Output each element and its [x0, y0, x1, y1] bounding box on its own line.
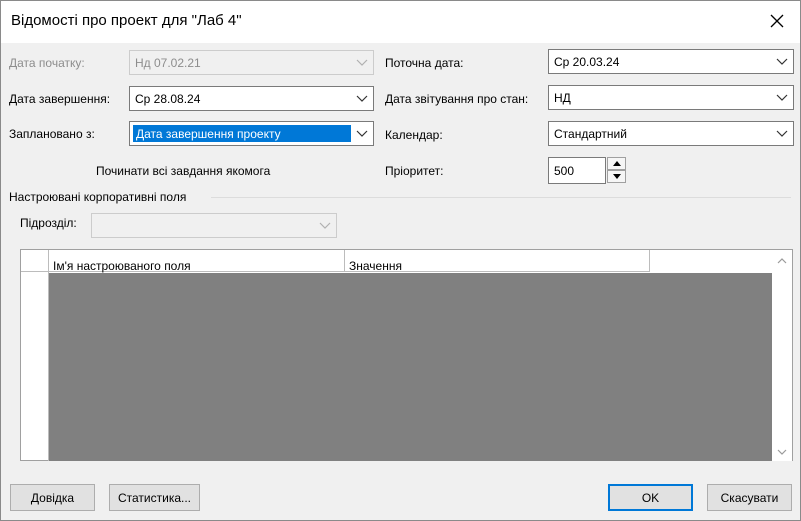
grid-body[interactable] — [49, 273, 773, 461]
calendar-value: Стандартний — [554, 127, 627, 141]
priority-value: 500 — [554, 164, 575, 178]
help-button[interactable]: Довідка — [10, 484, 95, 511]
chevron-down-icon[interactable] — [775, 92, 789, 104]
start-date-label: Дата початку: — [9, 56, 85, 70]
chevron-down-icon[interactable] — [355, 128, 369, 140]
finish-date-label: Дата завершення: — [9, 92, 111, 106]
schedule-from-label: Заплановано з: — [9, 127, 95, 141]
start-date-value: Нд 07.02.21 — [135, 56, 201, 70]
calendar-label: Календар: — [385, 128, 443, 142]
column-header-field-name[interactable]: Ім'я настроюваного поля — [49, 250, 345, 273]
spin-up-icon — [612, 161, 621, 166]
statistics-button[interactable]: Статистика... — [109, 484, 200, 511]
column-header-label: Ім'я настроюваного поля — [53, 259, 191, 273]
project-info-dialog: Відомості про проект для "Лаб 4" Дата по… — [0, 0, 801, 521]
ok-button[interactable]: OK — [608, 484, 693, 511]
finish-date-value: Ср 28.08.24 — [135, 92, 201, 106]
department-label: Підрозділ: — [20, 216, 77, 230]
group-divider — [211, 197, 791, 198]
chevron-down-icon[interactable] — [775, 56, 789, 68]
row-header-column — [21, 250, 49, 461]
priority-up-button[interactable] — [607, 157, 626, 170]
dialog-title: Відомості про проект для "Лаб 4" — [11, 12, 242, 29]
spin-down-icon — [612, 174, 621, 179]
status-date-value: НД — [554, 91, 571, 105]
finish-date-combo[interactable]: Ср 28.08.24 — [129, 86, 374, 111]
title-bar: Відомості про проект для "Лаб 4" — [1, 1, 800, 43]
start-date-combo: Нд 07.02.21 — [129, 50, 374, 75]
calendar-combo[interactable]: Стандартний — [548, 121, 794, 146]
status-date-label: Дата звітування про стан: — [385, 92, 529, 106]
chevron-down-icon[interactable] — [775, 128, 789, 140]
schedule-from-value: Дата завершення проекту — [133, 125, 351, 142]
schedule-from-combo[interactable]: Дата завершення проекту — [129, 121, 374, 146]
custom-fields-grid[interactable]: Ім'я настроюваного поля Значення — [20, 249, 793, 461]
close-button[interactable] — [754, 1, 800, 41]
status-date-combo[interactable]: НД — [548, 85, 794, 110]
current-date-combo[interactable]: Ср 20.03.24 — [548, 49, 794, 74]
current-date-value: Ср 20.03.24 — [554, 55, 620, 69]
vertical-scrollbar[interactable] — [772, 250, 792, 461]
priority-down-button[interactable] — [607, 170, 626, 183]
chevron-down-icon — [319, 222, 331, 229]
priority-input[interactable]: 500 — [548, 157, 606, 184]
current-date-label: Поточна дата: — [385, 56, 464, 70]
all-tasks-note: Починати всі завдання якомога — [96, 164, 271, 178]
department-combo — [91, 213, 337, 238]
custom-fields-group-label: Настроювані корпоративні поля — [9, 190, 187, 204]
chevron-down-icon — [356, 59, 368, 66]
priority-label: Пріоритет: — [385, 164, 444, 178]
corner-header — [21, 250, 49, 272]
cancel-button[interactable]: Скасувати — [707, 484, 792, 511]
column-header-label: Значення — [349, 259, 402, 273]
close-icon — [770, 14, 784, 28]
chevron-down-icon[interactable] — [355, 93, 369, 105]
scroll-down-icon[interactable] — [777, 449, 787, 455]
column-header-value[interactable]: Значення — [345, 250, 650, 273]
scroll-up-icon[interactable] — [777, 258, 787, 264]
